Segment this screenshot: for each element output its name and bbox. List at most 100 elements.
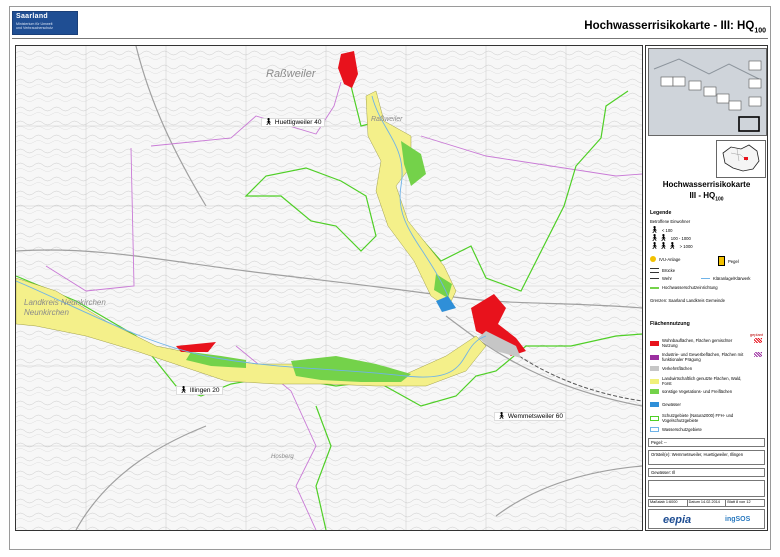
overview-map[interactable] — [648, 48, 767, 136]
ingsos-logo: ingSOS — [725, 516, 751, 523]
legend-row-pegel: Pegel — [718, 256, 739, 266]
district-label: Neunkirchen — [24, 308, 69, 317]
swatch — [650, 354, 659, 360]
person-icon: 🚶︎ — [650, 227, 659, 234]
district-label: Landkreis Neunkirchen — [24, 298, 106, 307]
legend-row-traffic: Verkehrsflächen — [650, 366, 692, 371]
legend-label: Verkehrsflächen — [662, 366, 693, 371]
swatch — [650, 340, 659, 346]
planned-residential-swatch — [754, 338, 762, 343]
page-title: Hochwasserrisikokarte - III: HQ100 — [584, 20, 766, 34]
place-label-huettigweiler: 🚶︎ Huettigweiler 40 — [261, 118, 325, 127]
legend-row-treatment: Kläranlage/Klärwerk — [701, 276, 750, 281]
legend-label: Pegel — [728, 258, 739, 264]
legend-label: Wohnbauflächen, Flächen gemischter Nutzu… — [662, 338, 733, 348]
legend-label: Kläranlage/Klärwerk — [713, 276, 751, 281]
place-label-wemmetsweiler: 🚶︎ Wemmetsweiler 60 — [494, 412, 567, 421]
panel-subtitle: III - HQ100 — [646, 191, 767, 203]
place-label-text: Wemmetsweiler 60 — [507, 413, 564, 420]
legend-label: < 100 — [661, 228, 673, 233]
legend-row-residents-large: 🚶︎🚶︎🚶︎ > 1000 — [650, 243, 693, 250]
legend-label: 100 - 1000 — [670, 236, 691, 241]
legend-row-industrial: Industrie- und Gewerbeflächen, Flächen m… — [650, 352, 745, 362]
flood-protection-icon — [650, 286, 659, 289]
legend-label: Wasserschutzgebiete — [662, 427, 702, 432]
legend-label: Schutzgebiete (Natura2000) FFH- und Voge… — [662, 413, 734, 423]
legend-heading: Legende — [650, 210, 672, 216]
person-icon: 🚶︎ — [497, 413, 506, 420]
title-subscript: 100 — [754, 27, 766, 35]
legend-row-wasserschutz: Wasserschutzgebiete — [650, 427, 702, 432]
saarland-inset-map — [716, 140, 766, 178]
legend-row-vegetation: sonstige Vegetations- und Freiflächen — [650, 389, 745, 394]
town-label: Hosberg — [271, 454, 294, 460]
legend-label: Grenzen: Saarland Landkreis Gemeinde — [650, 298, 725, 303]
place-label-text: Illingen 20 — [189, 387, 220, 394]
saarland-outline — [722, 144, 760, 172]
sheet-info-row: Maßstab 1:6000 Datum 14.02.2014 Blatt 8 … — [648, 499, 765, 507]
planned-label: geplant — [749, 332, 763, 337]
legend-row-agriculture: Landwirtschaftlich genutzte Flächen, Wal… — [650, 376, 745, 386]
treatment-plant-icon — [701, 278, 710, 279]
legend-row-bridge: Brücke — [650, 268, 675, 273]
legend-row-residents-small: 🚶︎ < 100 — [650, 227, 673, 234]
overview-drawing — [649, 49, 766, 135]
date-cell: Datum 14.02.2014 — [688, 500, 727, 506]
town-label: Raßweiler — [371, 116, 403, 123]
legend-label: Betroffene Einwohner — [650, 219, 691, 224]
map-drawing — [16, 46, 642, 530]
partner-logos: eepia ingSOS — [648, 509, 765, 529]
legend-label: Hochwasserschutzeinrichtung — [662, 285, 718, 290]
person-icon: 🚶︎ — [179, 387, 188, 394]
bridge-icon — [650, 268, 659, 273]
panel-subtitle-subscript: 100 — [715, 196, 724, 203]
swatch — [650, 378, 659, 384]
sheet-cell: Blatt 8 von 12 — [727, 500, 751, 504]
swatch — [650, 415, 659, 421]
panel-title: Hochwasserrisikokarte — [662, 180, 751, 189]
legend-row-weir: Wehr — [650, 276, 672, 281]
legend-label: IVU-Anlage — [659, 256, 681, 262]
districts-field: Ortsteil(e): Wemmetsweiler, Huettigweile… — [648, 450, 765, 465]
legend-row-residential: Wohnbauflächen, Flächen gemischter Nutzu… — [650, 338, 745, 348]
legend-label: Industrie- und Gewerbeflächen, Flächen m… — [662, 352, 744, 362]
waterbody-field: Gewässer: Ill — [648, 468, 765, 477]
swatch — [650, 389, 659, 394]
gauge-icon — [718, 256, 725, 266]
place-label-text: Huettigweiler 40 — [274, 119, 322, 126]
swatch — [650, 402, 659, 407]
blank-field — [648, 480, 765, 497]
weir-icon — [650, 278, 659, 279]
eepia-logo: eepia — [663, 514, 692, 526]
legend-label: sonstige Vegetations- und Freiflächen — [662, 389, 733, 394]
landuse-heading: Flächennutzung — [650, 321, 690, 327]
swatch — [650, 427, 659, 432]
contour-lines — [16, 46, 642, 530]
legend-label: > 1000 — [679, 244, 693, 249]
title-text: Hochwasserrisikokarte - III: HQ — [584, 20, 755, 32]
ivu-icon — [650, 256, 656, 262]
legend-row-residents-medium: 🚶︎🚶︎ 100 - 1000 — [650, 235, 691, 242]
legend-label: Wehr — [662, 276, 672, 281]
swatch — [650, 366, 659, 371]
scale-cell: Maßstab 1:6000 — [649, 500, 688, 506]
header-divider — [12, 38, 768, 39]
panel-subtitle-text: III - HQ — [689, 191, 716, 200]
logo-subtext: Ministerium für Umwelt und Verbrauchersc… — [16, 22, 53, 30]
planned-industrial-swatch — [754, 352, 762, 357]
legend-row-boundaries: Grenzen: Saarland Landkreis Gemeinde — [650, 298, 725, 303]
legend-label: Landwirtschaftlich genutzte Flächen, Wal… — [662, 376, 742, 386]
legend-residents-heading: Betroffene Einwohner — [650, 219, 690, 224]
legend-panel: Hochwasserrisikokarte III - HQ100 Legend… — [645, 45, 768, 531]
legend-row-flood-protection: Hochwasserschutzeinrichtung — [650, 285, 718, 290]
legend-row-natura2000: Schutzgebiete (Natura2000) FFH- und Voge… — [650, 413, 750, 423]
town-label: Raßweiler — [266, 68, 316, 80]
legend-label: Gewässer — [662, 402, 681, 407]
gauge-field: Pegel: -- — [648, 438, 765, 447]
logo-text: Saarland — [16, 13, 48, 20]
map-canvas[interactable]: 🚶︎ Huettigweiler 40 🚶︎ Illingen 20 🚶︎ We… — [15, 45, 643, 531]
person-group-icon: 🚶︎🚶︎ — [650, 235, 668, 242]
legend-row-water: Gewässer — [650, 402, 681, 407]
place-label-illingen: 🚶︎ Illingen 20 — [176, 386, 223, 395]
legend-row-ivu: IVU-Anlage — [650, 256, 680, 262]
